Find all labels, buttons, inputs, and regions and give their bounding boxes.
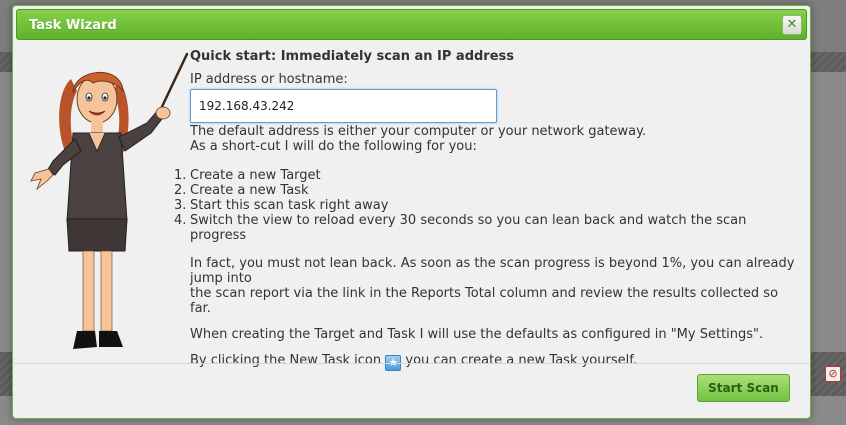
default-address-text: The default address is either your compu… xyxy=(190,124,647,139)
step-item: 2. Create a new Task xyxy=(174,183,800,198)
close-icon: ✕ xyxy=(786,17,798,32)
new-task-paragraph: By clicking the New Task icon ★ you can … xyxy=(190,353,800,371)
shortcut-text: As a short-cut I will do the following f… xyxy=(190,139,477,154)
step-item: 3. Start this scan task right away xyxy=(174,198,800,213)
wizard-teacher-illustration xyxy=(30,52,189,349)
background-delete-icon: ⊘ xyxy=(825,366,841,382)
step-number: 3. xyxy=(174,198,187,213)
fact-line-1: In fact, you must not lean back. As soon… xyxy=(190,256,795,286)
fact-line-2: the scan report via the link in the Repo… xyxy=(190,286,779,316)
start-scan-button[interactable]: Start Scan xyxy=(697,374,790,402)
step-number: 4. xyxy=(174,213,187,228)
step-number: 1. xyxy=(174,168,187,183)
dialog-title: Task Wizard xyxy=(29,18,117,33)
new-task-prefix: By clicking the New Task icon xyxy=(190,353,382,368)
step-text: Create a new Target xyxy=(190,168,321,183)
fact-paragraph: In fact, you must not lean back. As soon… xyxy=(190,256,800,316)
dialog-titlebar: Task Wizard ✕ xyxy=(16,9,807,40)
step-number: 2. xyxy=(174,183,187,198)
wizard-content: Quick start: Immediately scan an IP addr… xyxy=(174,49,800,371)
steps-list: 1. Create a new Target 2. Create a new Tas… xyxy=(174,168,800,243)
step-text: Create a new Task xyxy=(190,183,309,198)
close-button[interactable]: ✕ xyxy=(782,15,802,35)
step-text: Start this scan task right away xyxy=(190,198,389,213)
step-text: Switch the view to reload every 30 secon… xyxy=(190,213,747,243)
ip-address-input[interactable] xyxy=(190,89,497,123)
step-item: 1. Create a new Target xyxy=(174,168,800,183)
wizard-heading: Quick start: Immediately scan an IP addr… xyxy=(190,49,515,64)
footer-divider xyxy=(14,363,809,364)
defaults-paragraph: When creating the Target and Task I will… xyxy=(190,327,764,342)
new-task-suffix: you can create a new Task yourself. xyxy=(405,353,637,368)
task-wizard-dialog: Task Wizard ✕ Quick start: Immediately s… xyxy=(12,5,811,419)
step-item: 4. Switch the view to reload every 30 sec… xyxy=(174,213,800,243)
ip-field-label: IP address or hostname: xyxy=(190,72,348,87)
